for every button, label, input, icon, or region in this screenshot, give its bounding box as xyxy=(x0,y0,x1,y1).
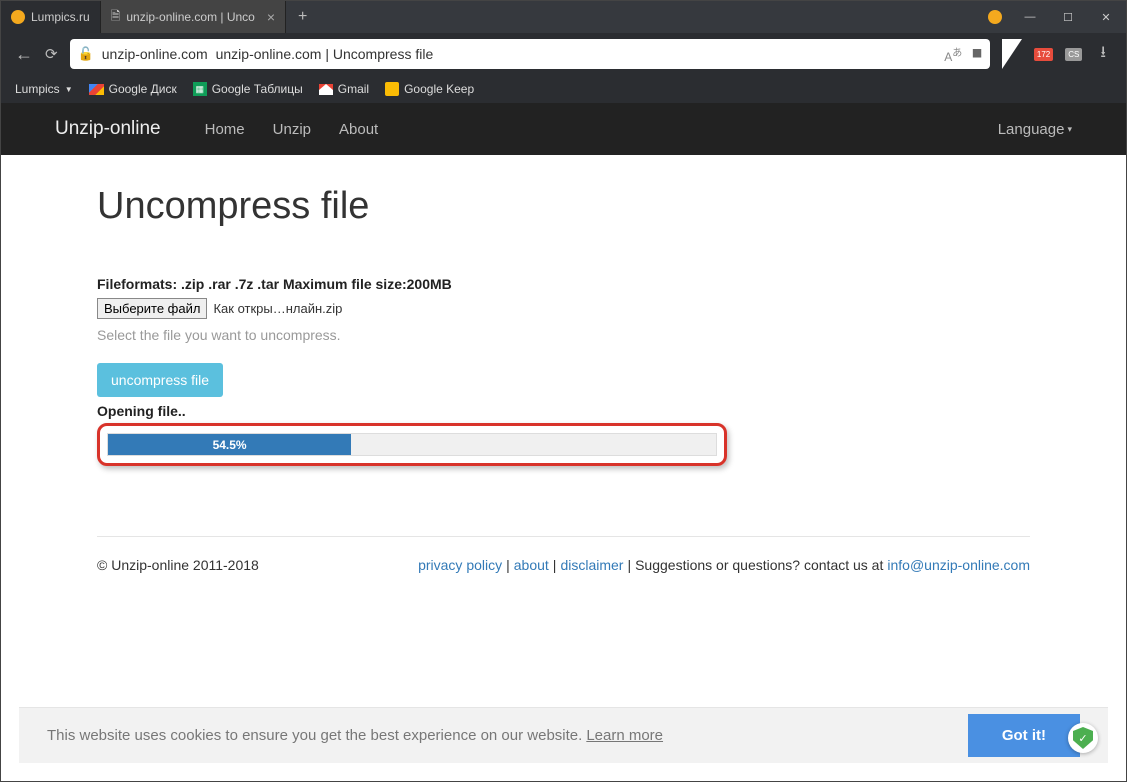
page-content: Uncompress file Fileformats: .zip .rar .… xyxy=(1,155,1126,603)
file-icon: 🗎 xyxy=(111,7,121,28)
file-formats-text: Fileformats: .zip .rar .7z .tar Maximum … xyxy=(97,276,1030,292)
tab-lumpics[interactable]: Lumpics.ru xyxy=(1,1,101,33)
privacy-link[interactable]: privacy policy xyxy=(418,557,502,573)
cs-icon[interactable]: CS xyxy=(1065,48,1082,61)
security-shield-icon[interactable]: ✓ xyxy=(1068,723,1098,753)
about-link[interactable]: about xyxy=(514,557,549,573)
keep-icon xyxy=(385,82,399,96)
maximize-button[interactable]: ☐ xyxy=(1058,11,1078,24)
language-dropdown[interactable]: Language▾ xyxy=(998,121,1072,138)
sheets-icon: ▦ xyxy=(193,82,207,96)
favicon-icon xyxy=(11,10,25,24)
check-icon: ✓ xyxy=(1073,727,1093,749)
close-button[interactable]: ✕ xyxy=(1096,11,1116,24)
disclaimer-link[interactable]: disclaimer xyxy=(560,557,623,573)
bookmark-drive[interactable]: Google Диск xyxy=(89,82,177,96)
lock-icon: 🔓 xyxy=(78,46,94,62)
selected-filename: Как откры…нлайн.zip xyxy=(213,301,342,316)
bookmark-lumpics[interactable]: Lumpics▼ xyxy=(15,82,73,96)
contact-text: Suggestions or questions? contact us at xyxy=(635,557,883,573)
bookmark-keep[interactable]: Google Keep xyxy=(385,82,474,96)
chevron-down-icon: ▾ xyxy=(1067,124,1072,135)
gmail-icon xyxy=(319,84,333,95)
cookie-text: This website uses cookies to ensure you … xyxy=(47,727,582,744)
calendar-icon[interactable]: 172 xyxy=(1034,48,1053,61)
nav-about[interactable]: About xyxy=(325,121,392,138)
brand-link[interactable]: Unzip-online xyxy=(55,118,161,140)
progress-highlight: 54.5% xyxy=(97,423,727,466)
close-icon[interactable]: × xyxy=(267,9,275,25)
bookmark-sheets[interactable]: ▦Google Таблицы xyxy=(193,82,303,96)
nav-unzip[interactable]: Unzip xyxy=(259,121,325,138)
tab-label: unzip-online.com | Unco xyxy=(126,10,255,24)
reload-button[interactable]: ⟳ xyxy=(45,45,58,63)
divider xyxy=(97,536,1030,537)
helper-text: Select the file you want to uncompress. xyxy=(97,327,1030,343)
status-text: Opening file.. xyxy=(97,403,1030,419)
translate-icon[interactable]: Aあ xyxy=(944,44,962,64)
copyright: © Unzip-online 2011-2018 xyxy=(97,557,259,573)
download-icon[interactable]: ⭳ xyxy=(1094,41,1112,68)
learn-more-link[interactable]: Learn more xyxy=(586,727,663,744)
url-box[interactable]: 🔓 unzip-online.com unzip-online.com | Un… xyxy=(70,39,990,69)
file-input-row: Выберите файл Как откры…нлайн.zip xyxy=(97,298,1030,319)
url-title: unzip-online.com | Uncompress file xyxy=(216,46,434,62)
site-navbar: Unzip-online Home Unzip About Language▾ xyxy=(1,103,1126,155)
uncompress-button[interactable]: uncompress file xyxy=(97,363,223,397)
drive-icon xyxy=(89,84,104,95)
progress-fill: 54.5% xyxy=(108,434,351,455)
window-controls: — ☐ ✕ xyxy=(988,10,1126,24)
bookmark-gmail[interactable]: Gmail xyxy=(319,82,369,96)
contact-email[interactable]: info@unzip-online.com xyxy=(887,557,1030,573)
back-button[interactable]: ← xyxy=(15,44,33,65)
tab-strip: Lumpics.ru 🗎 unzip-online.com | Unco × +… xyxy=(1,1,1126,33)
addr-actions: Aあ ⯀ xyxy=(944,44,982,64)
addr-corner xyxy=(1002,39,1022,69)
new-tab-button[interactable]: + xyxy=(286,8,319,26)
minimize-button[interactable]: — xyxy=(1020,11,1040,23)
tab-unzip[interactable]: 🗎 unzip-online.com | Unco × xyxy=(101,1,286,33)
tab-label: Lumpics.ru xyxy=(31,10,90,24)
page-heading: Uncompress file xyxy=(97,185,1030,228)
cookie-banner: This website uses cookies to ensure you … xyxy=(19,707,1108,763)
nav-home[interactable]: Home xyxy=(191,121,259,138)
cookie-accept-button[interactable]: Got it! xyxy=(968,714,1080,757)
bookmarks-bar: Lumpics▼ Google Диск ▦Google Таблицы Gma… xyxy=(1,75,1126,103)
bookmark-icon[interactable]: ⯀ xyxy=(972,47,982,62)
url-domain: unzip-online.com xyxy=(102,46,208,62)
choose-file-button[interactable]: Выберите файл xyxy=(97,298,207,319)
address-bar: ← ⟳ 🔓 unzip-online.com unzip-online.com … xyxy=(1,33,1126,75)
extension-icon[interactable] xyxy=(988,10,1002,24)
footer: © Unzip-online 2011-2018 privacy policy … xyxy=(97,557,1030,573)
progress-bar: 54.5% xyxy=(107,433,717,456)
